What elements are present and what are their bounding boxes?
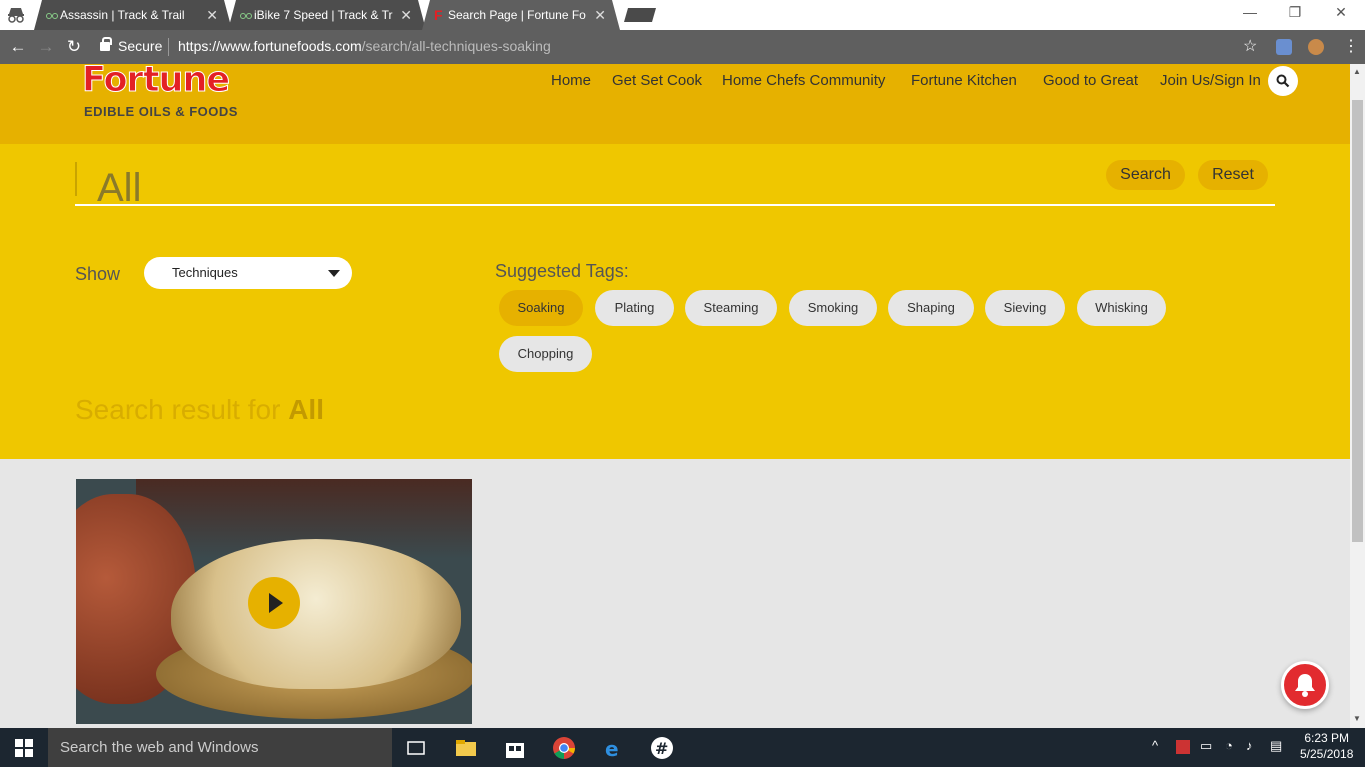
fortune-logo[interactable]: Fortune xyxy=(81,60,230,101)
search-panel: All Search Reset Show Techniques Suggest… xyxy=(0,144,1350,459)
recipe-video-card[interactable] xyxy=(76,479,472,724)
close-tab-icon[interactable]: ✕ xyxy=(594,0,606,30)
header-search-button[interactable] xyxy=(1268,66,1298,96)
new-tab-button[interactable] xyxy=(624,8,656,22)
fortune-favicon-icon: F xyxy=(434,7,443,23)
search-result-heading: Search result for All xyxy=(75,394,324,426)
browser-tab-active[interactable]: F Search Page | Fortune Fo ✕ xyxy=(422,0,620,30)
notification-bell-button[interactable] xyxy=(1281,661,1329,709)
show-hidden-icons[interactable]: ^ xyxy=(1152,738,1158,753)
input-cursor xyxy=(75,162,77,196)
result-term: All xyxy=(288,394,324,425)
secure-label: Secure xyxy=(118,38,163,54)
clock-date: 5/25/2018 xyxy=(1300,747,1354,761)
bicycle-icon xyxy=(240,10,252,20)
search-query-text: All xyxy=(97,166,142,210)
show-label: Show xyxy=(75,264,121,284)
page-scrollbar[interactable]: ▲ ▼ xyxy=(1350,64,1365,728)
logo-tagline: EDIBLE OILS & FOODS xyxy=(84,104,238,119)
play-icon[interactable] xyxy=(248,577,300,629)
forward-icon[interactable]: → xyxy=(35,37,57,57)
url-path: /search/all-techniques-soaking xyxy=(361,38,551,54)
cookie-extension-icon[interactable] xyxy=(1308,39,1324,55)
nav-home[interactable]: Home xyxy=(551,72,591,89)
battery-icon[interactable]: ▭ xyxy=(1200,738,1212,754)
nav-good-to-great[interactable]: Good to Great xyxy=(1043,72,1138,89)
task-view-icon[interactable] xyxy=(404,736,428,760)
start-button[interactable] xyxy=(0,728,48,767)
store-icon[interactable] xyxy=(503,736,527,760)
results-area xyxy=(0,459,1350,728)
browser-menu-icon[interactable]: ⋮ xyxy=(1343,36,1359,56)
lock-icon xyxy=(100,37,112,51)
wifi-icon[interactable]: ◔ xyxy=(1225,738,1233,753)
extension-icon[interactable] xyxy=(1276,39,1292,55)
show-filter-select[interactable]: Techniques xyxy=(144,257,352,289)
system-clock[interactable]: 6:23 PM 5/25/2018 xyxy=(1300,730,1353,762)
volume-icon[interactable]: ♪ xyxy=(1246,738,1253,753)
windows-taskbar: Search the web and Windows e # ^ ▭ ◔ ♪ 6… xyxy=(0,728,1365,767)
bookmark-star-icon[interactable]: ☆ xyxy=(1243,36,1257,56)
browser-tab-strip: Assassin | Track & Trail ✕ iBike 7 Speed… xyxy=(0,0,1365,30)
tab-title: Assassin | Track & Trail xyxy=(60,8,185,22)
chevron-down-icon xyxy=(328,270,340,277)
svg-text:e: e xyxy=(605,737,619,760)
file-explorer-icon[interactable] xyxy=(454,736,478,760)
biryani-image xyxy=(171,539,461,689)
restore-icon[interactable]: ❐ xyxy=(1280,4,1310,21)
search-icon xyxy=(1276,74,1290,88)
edge-icon[interactable]: e xyxy=(602,736,626,761)
url-field[interactable]: https://www.fortunefoods.com/search/all-… xyxy=(178,38,551,54)
scroll-up-icon[interactable]: ▲ xyxy=(1353,67,1361,76)
close-tab-icon[interactable]: ✕ xyxy=(206,0,218,30)
tab-title: Search Page | Fortune Fo xyxy=(448,8,586,22)
incognito-icon xyxy=(8,8,24,23)
tag-soaking[interactable]: Soaking xyxy=(499,290,583,326)
url-divider xyxy=(168,38,169,56)
bicycle-icon xyxy=(46,10,58,20)
slack-icon[interactable]: # xyxy=(650,736,674,760)
browser-tab[interactable]: iBike 7 Speed | Track & Tr ✕ xyxy=(228,0,426,30)
show-filter-value: Techniques xyxy=(172,265,238,280)
scroll-down-icon[interactable]: ▼ xyxy=(1353,714,1361,723)
tag-steaming[interactable]: Steaming xyxy=(685,290,777,326)
url-host: https://www.fortunefoods.com xyxy=(178,38,362,54)
close-tab-icon[interactable]: ✕ xyxy=(400,0,412,30)
reset-button[interactable]: Reset xyxy=(1198,160,1268,190)
taskbar-search-box[interactable]: Search the web and Windows xyxy=(48,728,392,767)
site-header: Fortune EDIBLE OILS & FOODS Home Get Set… xyxy=(0,60,1350,144)
scrollbar-thumb[interactable] xyxy=(1352,100,1363,542)
back-icon[interactable]: ← xyxy=(7,37,29,57)
tag-smoking[interactable]: Smoking xyxy=(789,290,877,326)
suggested-tags-label: Suggested Tags: xyxy=(495,261,629,281)
tag-whisking[interactable]: Whisking xyxy=(1077,290,1166,326)
svg-text:#: # xyxy=(655,739,668,758)
tag-sieving[interactable]: Sieving xyxy=(985,290,1065,326)
tag-plating[interactable]: Plating xyxy=(595,290,674,326)
result-prefix: Search result for xyxy=(75,394,281,425)
browser-tab[interactable]: Assassin | Track & Trail ✕ xyxy=(34,0,232,30)
close-window-icon[interactable]: ✕ xyxy=(1326,4,1356,21)
chrome-icon[interactable] xyxy=(552,736,576,760)
nav-fortune-kitchen[interactable]: Fortune Kitchen xyxy=(911,72,1017,89)
address-bar: ← → ↻ Secure https://www.fortunefoods.co… xyxy=(0,30,1365,64)
bell-icon xyxy=(1295,674,1315,697)
tab-title: iBike 7 Speed | Track & Tr xyxy=(254,8,393,22)
tag-chopping[interactable]: Chopping xyxy=(499,336,592,372)
search-query-input[interactable]: All xyxy=(75,158,1275,210)
clock-time: 6:23 PM xyxy=(1304,731,1350,745)
search-button[interactable]: Search xyxy=(1106,160,1185,190)
tray-app-icon[interactable] xyxy=(1176,740,1190,754)
windows-logo-icon xyxy=(15,739,33,757)
minimize-icon[interactable]: — xyxy=(1235,4,1265,20)
tag-shaping[interactable]: Shaping xyxy=(888,290,974,326)
nav-join-sign-in[interactable]: Join Us/Sign In xyxy=(1160,72,1261,89)
reload-icon[interactable]: ↻ xyxy=(63,37,85,57)
nav-home-chefs-community[interactable]: Home Chefs Community xyxy=(722,72,885,89)
action-center-icon[interactable]: ▤ xyxy=(1270,738,1282,754)
nav-get-set-cook[interactable]: Get Set Cook xyxy=(612,72,702,89)
